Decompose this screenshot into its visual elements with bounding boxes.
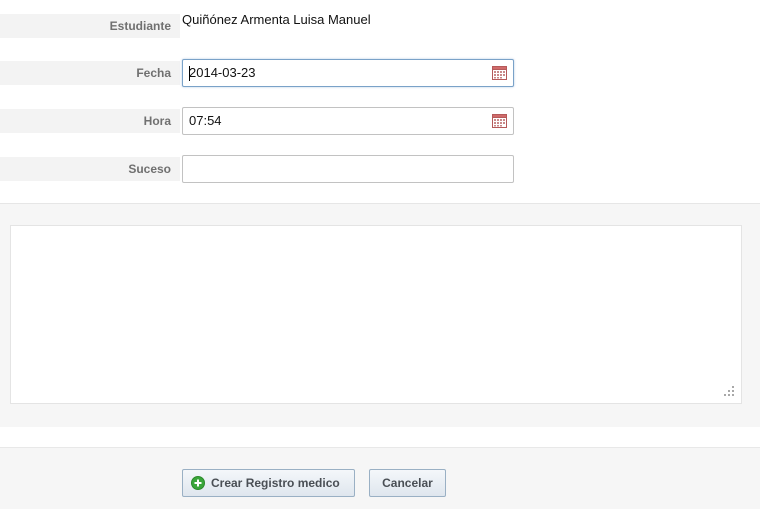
calendar-icon[interactable] <box>492 65 507 80</box>
fecha-label: Fecha <box>0 61 180 85</box>
cancel-button-label: Cancelar <box>382 476 433 490</box>
fecha-input[interactable]: 2014-03-23 <box>182 59 514 87</box>
description-textarea[interactable] <box>10 225 742 404</box>
create-record-button-label: Crear Registro medico <box>211 476 340 490</box>
cancel-button[interactable]: Cancelar <box>369 469 446 497</box>
hora-input[interactable]: 07:54 <box>182 107 514 135</box>
calendar-icon[interactable] <box>492 113 507 128</box>
create-record-button[interactable]: Crear Registro medico <box>182 469 355 497</box>
editor-panel <box>0 204 760 427</box>
suceso-input[interactable] <box>182 155 514 183</box>
estudiante-label: Estudiante <box>0 14 180 38</box>
fecha-input-value: 2014-03-23 <box>189 65 256 80</box>
resize-grip-icon[interactable] <box>724 386 735 397</box>
estudiante-value: Quiñónez Armenta Luisa Manuel <box>182 12 371 27</box>
suceso-label: Suceso <box>0 157 180 181</box>
hora-input-value: 07:54 <box>189 113 222 128</box>
text-caret <box>189 66 190 81</box>
add-circle-icon <box>191 476 205 490</box>
medical-record-form: Estudiante Quiñónez Armenta Luisa Manuel… <box>0 0 760 509</box>
hora-label: Hora <box>0 109 180 133</box>
